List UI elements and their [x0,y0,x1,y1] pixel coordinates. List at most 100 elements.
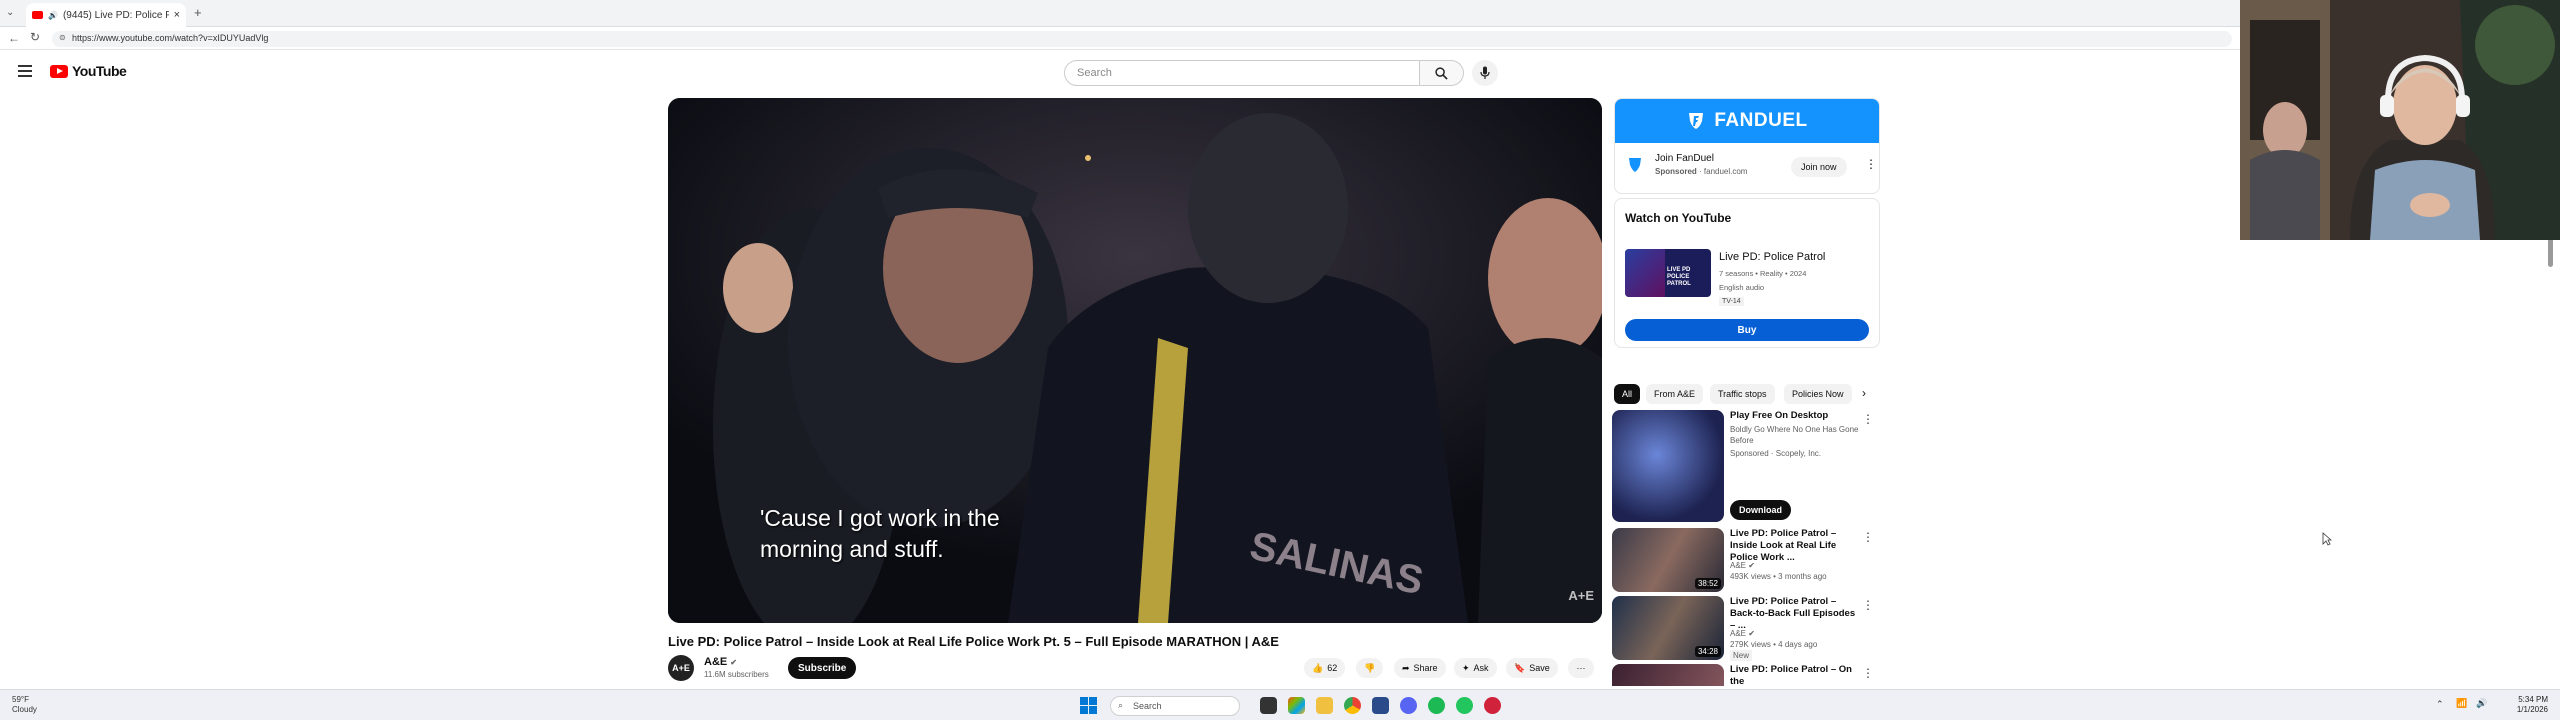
reload-icon[interactable]: ↻ [30,30,40,44]
network-icon[interactable]: 📶 [2456,698,2467,709]
verified-icon: ✔ [1748,629,1755,638]
taskbar-search-label: Search [1133,701,1162,711]
more-vertical-icon[interactable]: ⋮ [1862,530,1874,544]
chrome-icon[interactable] [1344,697,1361,714]
list-item[interactable]: 38:52 Live PD: Police Patrol – Inside Lo… [1612,528,1882,592]
more-vertical-icon[interactable]: ⋮ [1862,412,1874,426]
channel-name[interactable]: A&E ✔ [704,656,737,668]
chip-traffic-stops[interactable]: Traffic stops [1710,384,1775,404]
list-item[interactable]: 34:28 Live PD: Police Patrol – Back-to-B… [1612,596,1882,661]
tab-list-chevron-icon[interactable]: ⌄ [6,7,14,18]
channel-avatar[interactable]: A+E [668,655,694,681]
video-player[interactable]: SALINAS 'Cause I got work in the morning… [668,98,1602,623]
spotify-icon[interactable] [1428,697,1445,714]
ad-card[interactable]: FANDUEL Join FanDuel Sponsored · fanduel… [1614,98,1880,194]
rec-thumbnail[interactable]: 34:28 [1612,596,1724,660]
mouse-cursor-icon [2322,532,2332,546]
sparkle-icon: ✦ [1462,662,1470,673]
chip-all[interactable]: All [1614,384,1641,404]
weather-temp: 59°F [12,695,29,704]
video-caption: 'Cause I got work in the morning and stu… [760,505,1000,562]
clock-time: 5:34 PM [2518,695,2548,704]
windows-start-icon[interactable] [1080,697,1097,714]
chip-from-ae[interactable]: From A&E [1646,384,1704,404]
hamburger-menu-icon[interactable] [18,65,32,77]
youtube-favicon-icon [32,11,43,19]
search-input[interactable]: Search [1064,60,1420,86]
show-title[interactable]: Live PD: Police Patrol [1719,251,1825,263]
ad-menu-icon[interactable]: ⋮ [1865,157,1877,171]
chip-policies-now[interactable]: Policies Now [1784,384,1852,404]
ad-sponsored: Sponsored [1655,167,1697,176]
ad-domain: fanduel.com [1703,167,1748,176]
ad-brand: FANDUEL [1714,110,1808,131]
back-arrow-icon[interactable]: ← [8,31,20,45]
dislike-button[interactable]: 👎 [1356,658,1384,678]
ad-banner[interactable]: FANDUEL [1615,99,1879,143]
discord-icon[interactable] [1400,697,1417,714]
rec-title: Live PD: Police Patrol – Back-to-Back Fu… [1730,596,1856,631]
share-button[interactable]: ➦ Share [1394,658,1446,678]
rec-thumbnail[interactable] [1612,410,1724,522]
join-now-button[interactable]: Join now [1791,157,1847,177]
show-thumbnail[interactable]: LIVE PD POLICE PATROL [1625,249,1711,297]
rec-sponsor: Sponsored · Scopely, Inc. [1730,449,1822,458]
buy-button[interactable]: Buy [1625,319,1869,341]
rec-title: Live PD: Police Patrol – On the [1730,664,1852,686]
volume-icon[interactable]: 🔊 [2476,698,2487,709]
browser-tab[interactable]: 🔊 (9445) Live PD: Police Patrol - × [26,3,186,27]
youtube-logo-text: YouTube [72,63,127,79]
task-view-icon[interactable] [1260,697,1277,714]
rec-channel: A&E [1730,629,1747,638]
app-green-icon[interactable] [1456,697,1473,714]
app-icon[interactable] [1372,697,1389,714]
rec-meta: Boldly Go Where No One Has Gone Before [1730,425,1859,445]
store-icon[interactable] [1288,697,1305,714]
subscribe-button[interactable]: Subscribe [788,657,857,679]
share-label: Share [1413,663,1438,673]
save-label: Save [1529,663,1550,673]
ad-title: Join FanDuel [1655,153,1714,164]
more-actions-button[interactable]: ··· [1568,658,1594,678]
thumbs-down-icon: 👎 [1364,662,1376,673]
list-item[interactable]: Play Free On Desktop Boldly Go Where No … [1612,410,1882,522]
url-field[interactable]: ⊜ https://www.youtube.com/watch?v=xIDUYU… [52,31,2232,47]
subscriber-count: 11.6M subscribers [704,670,769,679]
new-tab-icon[interactable]: + [194,5,202,20]
rec-thumbnail[interactable]: 38:52 [1612,528,1724,592]
duration-badge: 38:52 [1694,578,1721,589]
youtube-header: YouTube Search [0,51,2240,95]
app-red-icon[interactable] [1484,697,1501,714]
save-button[interactable]: 🔖 Save [1506,658,1558,678]
weather-widget[interactable]: 59°F Cloudy [12,695,37,715]
search-button[interactable] [1420,60,1464,86]
rec-thumbnail[interactable] [1612,664,1724,686]
close-tab-icon[interactable]: × [174,9,180,21]
ask-button[interactable]: ✦ Ask [1454,658,1497,678]
more-vertical-icon[interactable]: ⋮ [1862,666,1874,680]
chevron-right-icon[interactable]: › [1862,386,1866,400]
rec-title: Play Free On Desktop [1730,410,1829,421]
browser-tab-strip: ⌄ 🔊 (9445) Live PD: Police Patrol - × + [0,0,2560,27]
taskbar-clock[interactable]: 5:34 PM 1/1/2026 [2517,695,2548,715]
speaker-icon[interactable]: 🔊 [48,11,58,20]
webcam-overlay [2240,0,2560,240]
duration-badge: 34:28 [1694,646,1721,657]
fanduel-shield-icon [1689,113,1704,129]
download-button[interactable]: Download [1730,500,1791,520]
more-vertical-icon[interactable]: ⋮ [1862,598,1874,612]
file-explorer-icon[interactable] [1316,697,1333,714]
system-tray-chevron-icon[interactable]: ⌃ [2436,699,2444,710]
site-info-icon[interactable]: ⊜ [59,33,66,42]
filter-chips: All From A&E Traffic stops Policies Now … [1614,384,1880,404]
like-count: 62 [1327,663,1338,673]
rec-channel: A&E [1730,561,1747,570]
clock-date: 1/1/2026 [2516,705,2548,714]
voice-search-button[interactable] [1472,60,1498,86]
list-item[interactable]: Live PD: Police Patrol – On the ⋮ [1612,664,1882,686]
taskbar-search[interactable]: ⌕ Search [1110,696,1240,716]
ask-label: Ask [1473,663,1489,673]
like-button[interactable]: 👍 62 [1304,658,1346,678]
verified-icon: ✔ [1748,561,1755,570]
youtube-logo[interactable]: YouTube [50,63,127,79]
